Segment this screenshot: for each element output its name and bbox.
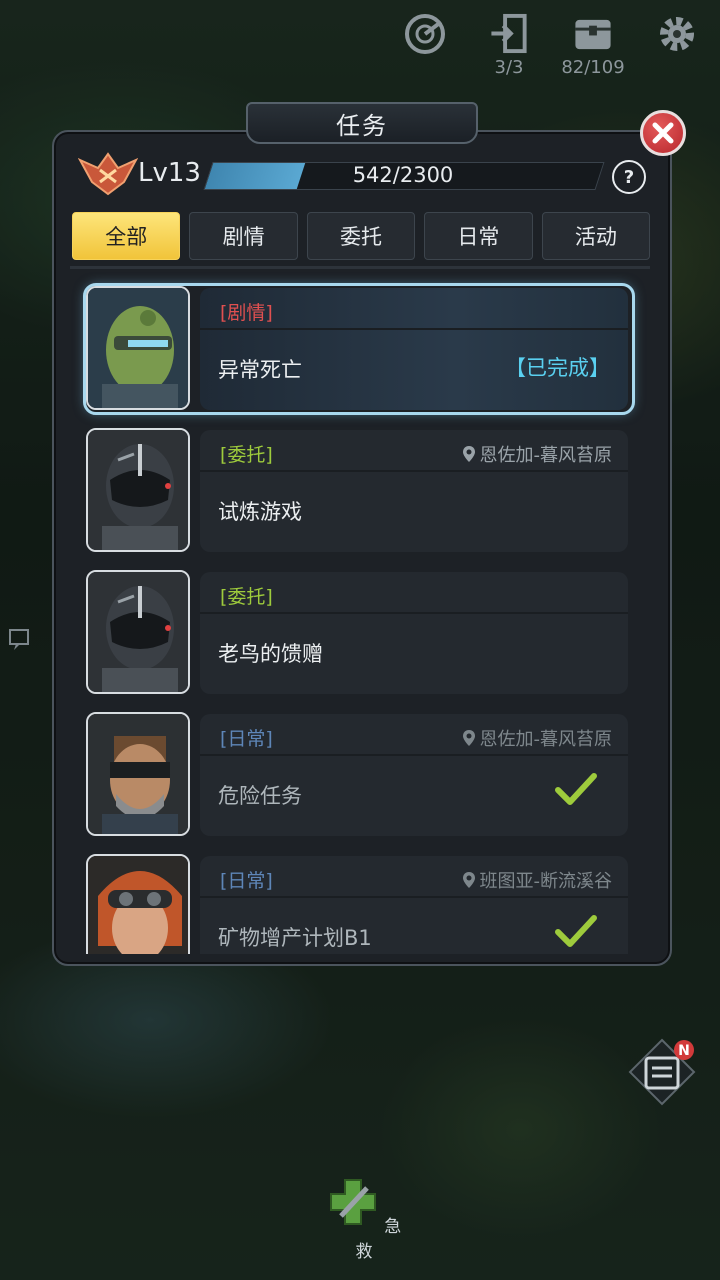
quest-card: [委托] 恩佐加-暮风苔原 试炼游戏 [200,430,628,552]
chest-button[interactable]: 82/109 [560,12,626,78]
player-level: Lv13 [138,158,201,188]
radar-button[interactable] [392,12,458,78]
gear-icon [660,17,694,51]
quest-name: 试炼游戏 [218,500,302,524]
first-aid-icon [329,1179,376,1225]
npc-portrait [86,570,190,694]
quest-type: [日常] [220,870,273,892]
quest-card: [日常] 班图亚-断流溪谷 矿物增产计划B1 [200,856,628,954]
task-list-button[interactable]: N [626,1036,698,1108]
npc-portrait [86,712,190,836]
task-badge: N [678,1043,690,1059]
exit-button[interactable]: 3/3 [476,12,542,78]
panel-title: 任务 [246,102,478,144]
exit-icon [491,13,527,54]
quest-card: [日常] 恩佐加-暮风苔原 危险任务 [200,714,628,836]
quest-location: 恩佐加-暮风苔原 [462,725,613,751]
quest-location: 班图亚-断流溪谷 [462,867,613,893]
tab-commission[interactable]: 委托 [306,212,416,260]
close-button[interactable] [640,110,686,156]
help-button[interactable]: ? [612,160,646,194]
quest-status: 【已完成】 [505,356,610,380]
chest-count: 82/109 [561,57,625,78]
quest-card: [剧情] 异常死亡 【已完成】 [200,288,628,410]
location-pin-icon [462,446,475,462]
xp-text: 542/2300 [352,163,454,187]
tab-all[interactable]: 全部 [72,212,181,260]
quest-item[interactable]: [日常] 班图亚-断流溪谷 矿物增产计划B1 [86,854,632,954]
quest-name: 异常死亡 [218,358,302,382]
exit-count: 3/3 [494,57,524,78]
tabs-divider [70,266,650,269]
quest-type: [日常] [220,728,273,750]
quest-name: 矿物增产计划B1 [218,926,372,950]
npc-portrait [86,854,190,954]
location-pin-icon [462,872,475,888]
top-hud: 3/3 82/109 [392,12,710,78]
quest-name: 危险任务 [218,784,302,808]
quest-card: [委托] 老鸟的馈赠 [200,572,628,694]
quest-item[interactable]: [委托] 老鸟的馈赠 [86,570,632,696]
quest-location-text: 恩佐加-暮风苔原 [479,445,613,466]
check-icon [555,915,597,947]
quest-list[interactable]: [剧情] 异常死亡 【已完成】 [委托] 恩佐加-暮风苔原 试炼游戏 [委托] … [70,272,652,954]
radar-icon [405,14,445,54]
quest-location: 恩佐加-暮风苔原 [462,441,613,467]
quest-tabs: 全部 剧情 委托 日常 活动 [72,212,651,260]
npc-portrait [86,428,190,552]
chest-icon [575,19,611,50]
settings-button[interactable] [644,12,710,78]
rank-emblem-icon [78,152,138,196]
quest-item[interactable]: [委托] 恩佐加-暮风苔原 试炼游戏 [86,428,632,554]
tab-story[interactable]: 剧情 [189,212,298,260]
npc-portrait [86,286,190,410]
location-pin-icon [462,730,475,746]
tab-daily[interactable]: 日常 [424,212,533,260]
rescue-button[interactable]: 急救 [324,1176,404,1266]
quest-location-text: 班图亚-断流溪谷 [479,871,613,892]
tab-event[interactable]: 活动 [541,212,651,260]
question-icon: ? [623,166,635,188]
quest-type: [委托] [220,444,273,466]
chat-icon[interactable] [8,626,36,652]
check-icon [555,773,597,805]
task-list-icon: N [628,1038,696,1106]
quest-type: [委托] [220,586,273,608]
quest-location-text: 恩佐加-暮风苔原 [479,729,613,750]
close-icon [652,122,674,144]
level-row: Lv13 542/2300 ? [78,152,648,198]
quest-type: [剧情] [220,302,273,324]
quest-item[interactable]: [日常] 恩佐加-暮风苔原 危险任务 [86,712,632,838]
quest-name: 老鸟的馈赠 [218,642,323,666]
quest-item[interactable]: [剧情] 异常死亡 【已完成】 [83,283,635,415]
